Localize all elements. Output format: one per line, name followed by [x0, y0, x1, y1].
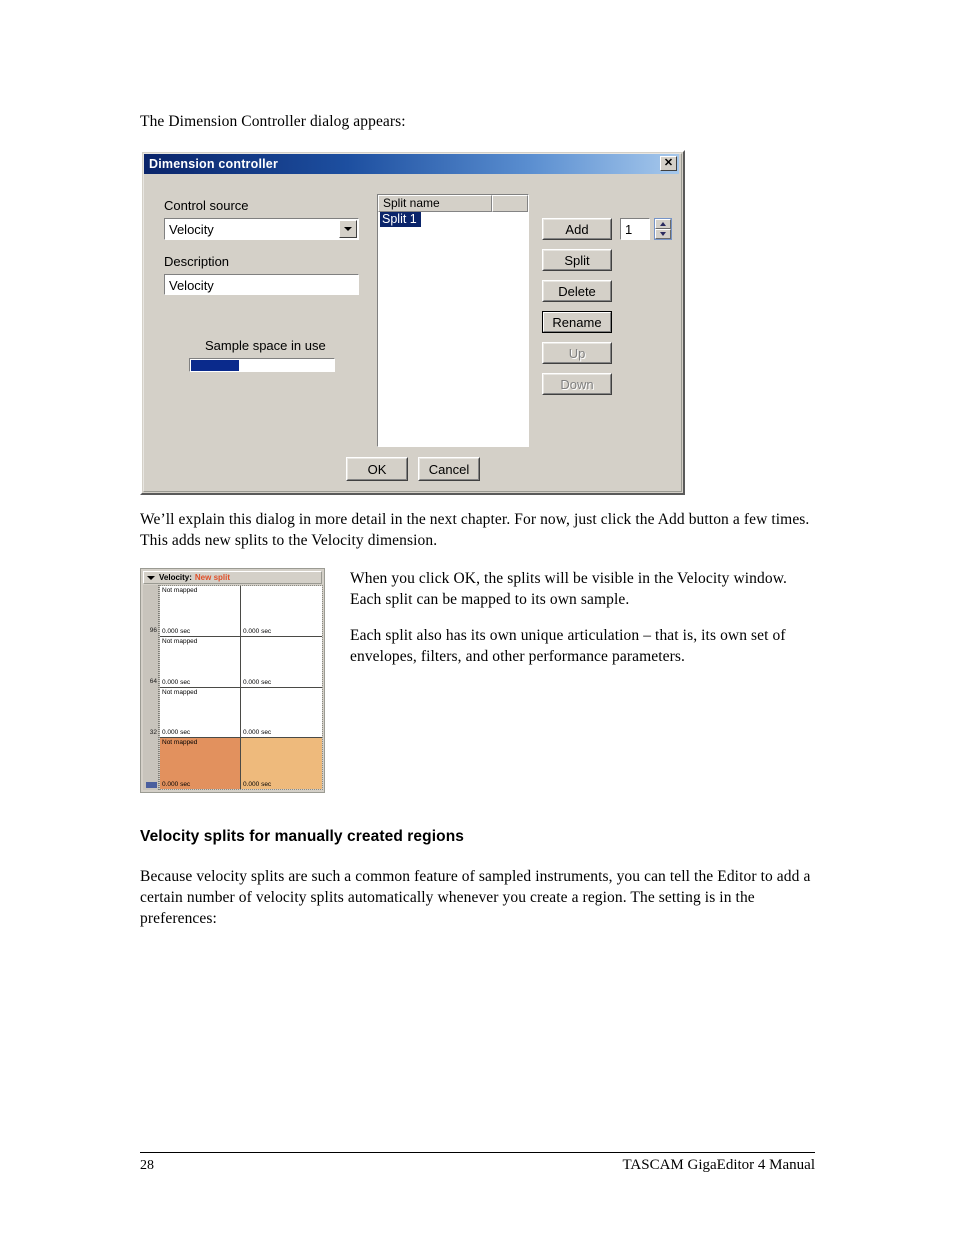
rename-button-label: Rename	[552, 314, 602, 330]
velocity-row[interactable]: Not mapped 0.000 sec 0.000 sec	[160, 738, 322, 789]
ok-button[interactable]: OK	[346, 457, 408, 481]
side-paragraph-1: When you click OK, the splits will be vi…	[350, 568, 820, 610]
close-icon[interactable]: ✕	[660, 156, 677, 171]
description-label: Description	[164, 254, 230, 269]
split-button-label: Split	[564, 252, 590, 268]
velocity-row[interactable]: Not mapped 0.000 sec 0.000 sec	[160, 636, 322, 688]
section-paragraph-line-2: certain number of velocity splits automa…	[140, 889, 755, 906]
sample-space-progressbar	[189, 358, 335, 372]
ok-button-label: OK	[367, 461, 387, 477]
velocity-axis-tick-32: 32	[149, 729, 157, 736]
velocity-cell[interactable]: Not mapped 0.000 sec	[160, 687, 241, 738]
split-count-input[interactable]: 1	[620, 218, 650, 240]
velocity-scrollbar-thumb[interactable]	[146, 782, 157, 788]
paragraph-after-dialog: We’ll explain this dialog in more detail…	[140, 509, 820, 551]
footer-manual-title: TASCAM GigaEditor 4 Manual	[622, 1157, 815, 1173]
control-source-value: Velocity	[169, 222, 214, 237]
cancel-button-label: Cancel	[428, 461, 470, 477]
split-list[interactable]: Split name Split 1	[377, 194, 529, 447]
manual-page: The Dimension Controller dialog appears:…	[0, 0, 954, 1235]
velocity-cell-time: 0.000 sec	[243, 729, 272, 737]
velocity-grid[interactable]: Not mapped 0.000 sec 0.000 sec Not mapped 0.…	[159, 585, 323, 790]
footer-divider	[140, 1152, 815, 1153]
delete-button[interactable]: Delete	[542, 280, 612, 302]
add-button-label: Add	[565, 221, 589, 237]
velocity-cell-time: 0.000 sec	[162, 627, 191, 635]
description-value: Velocity	[169, 278, 214, 293]
description-input[interactable]: Velocity	[164, 274, 359, 295]
velocity-cell-time: 0.000 sec	[243, 781, 272, 788]
velocity-cell[interactable]: 0.000 sec	[241, 586, 322, 636]
up-button: Up	[542, 342, 612, 364]
sample-space-progress-fill	[191, 360, 239, 371]
side-paragraph-2-line-2: envelopes, filters, and other performanc…	[350, 648, 685, 665]
velocity-cell[interactable]: Not mapped 0.000 sec	[160, 738, 241, 789]
up-button-label: Up	[568, 345, 586, 361]
velocity-cell-label: Not mapped	[162, 688, 198, 696]
velocity-window-status: New split	[194, 573, 231, 582]
chevron-down-icon[interactable]	[339, 220, 357, 238]
velocity-window-titlebar[interactable]: Velocity: New split	[143, 571, 322, 584]
control-source-combo[interactable]: Velocity	[164, 218, 359, 240]
stepper-up-icon[interactable]	[655, 219, 671, 229]
split-button[interactable]: Split	[542, 249, 612, 271]
side-paragraph-1-line-1: When you click OK, the splits will be vi…	[350, 570, 787, 587]
velocity-axis-tick-64: 64	[149, 678, 157, 685]
section-paragraph: Because velocity splits are such a commo…	[140, 866, 820, 929]
down-button: Down	[542, 373, 612, 395]
velocity-cell-time: 0.000 sec	[243, 627, 272, 635]
intro-text: The Dimension Controller dialog appears:	[140, 113, 406, 130]
section-paragraph-line-1: Because velocity splits are such a commo…	[140, 868, 811, 885]
side-paragraph-1-line-2: Each split can be mapped to its own samp…	[350, 591, 630, 608]
paragraph-after-dialog-line-2: This adds new splits to the Velocity dim…	[140, 532, 438, 549]
velocity-cell-time: 0.000 sec	[243, 678, 272, 686]
sample-space-label: Sample space in use	[205, 338, 326, 353]
velocity-axis: 96 64 32	[143, 585, 159, 790]
velocity-window: Velocity: New split 96 64 32 Not mapped 0…	[140, 568, 325, 793]
split-list-row-label[interactable]: Split 1	[380, 212, 421, 227]
velocity-cell[interactable]: Not mapped 0.000 sec	[160, 586, 241, 636]
velocity-axis-tick-96: 96	[149, 627, 157, 634]
side-paragraph-2-line-1: Each split also has its own unique artic…	[350, 627, 786, 644]
dialog-title: Dimension controller	[149, 157, 279, 171]
rename-button[interactable]: Rename	[542, 311, 612, 333]
velocity-row[interactable]: Not mapped 0.000 sec 0.000 sec	[160, 586, 322, 637]
paragraph-after-dialog-line-1: We’ll explain this dialog in more detail…	[140, 511, 810, 528]
control-source-label: Control source	[164, 198, 249, 213]
collapse-caret-icon[interactable]	[147, 575, 155, 580]
velocity-cell[interactable]: 0.000 sec	[241, 687, 322, 738]
dimension-controller-dialog: Dimension controller ✕ Control source Ve…	[140, 150, 685, 495]
velocity-cell-label: Not mapped	[162, 587, 198, 594]
velocity-cell-time: 0.000 sec	[162, 781, 191, 788]
velocity-cell-label: Not mapped	[162, 739, 198, 747]
velocity-cell[interactable]: Not mapped 0.000 sec	[160, 636, 241, 687]
page-section-heading: Velocity splits for manually created reg…	[140, 828, 464, 845]
delete-button-label: Delete	[558, 283, 596, 299]
section-paragraph-line-3: preferences:	[140, 910, 217, 927]
side-paragraph-2: Each split also has its own unique artic…	[350, 625, 820, 667]
dialog-titlebar[interactable]: Dimension controller ✕	[144, 154, 679, 174]
split-count-value: 1	[625, 222, 633, 237]
split-list-header: Split name	[378, 195, 528, 212]
velocity-cell[interactable]: 0.000 sec	[241, 738, 322, 789]
add-button[interactable]: Add	[542, 218, 612, 240]
split-list-row[interactable]: Split 1	[378, 212, 528, 227]
stepper-down-icon[interactable]	[655, 229, 671, 239]
velocity-cell-label: Not mapped	[162, 637, 198, 645]
down-button-label: Down	[560, 376, 594, 392]
velocity-cell[interactable]: 0.000 sec	[241, 636, 322, 687]
velocity-cell-time: 0.000 sec	[162, 678, 191, 686]
velocity-cell-time: 0.000 sec	[162, 729, 191, 737]
split-count-stepper[interactable]	[654, 218, 672, 240]
split-list-col-extra[interactable]	[492, 195, 528, 212]
split-list-col-name[interactable]: Split name	[378, 195, 492, 212]
velocity-window-title: Velocity:	[159, 573, 192, 582]
cancel-button[interactable]: Cancel	[418, 457, 480, 481]
velocity-row[interactable]: Not mapped 0.000 sec 0.000 sec	[160, 687, 322, 739]
footer-page-number: 28	[140, 1158, 154, 1173]
